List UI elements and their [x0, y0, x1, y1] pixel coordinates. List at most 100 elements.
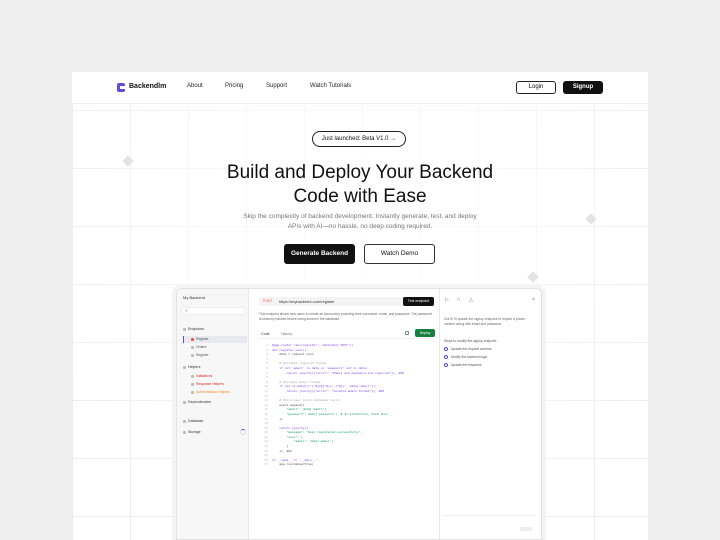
code-text: @app.route('/api/register', methods=['PO…: [272, 343, 354, 347]
code-text: # Store user (mock database logic): [272, 398, 341, 403]
database-icon: [183, 419, 186, 423]
helper-item[interactable]: Response Helpers: [191, 382, 224, 386]
nav-link-pricing[interactable]: Pricing: [225, 83, 243, 89]
file-icon: [191, 390, 194, 394]
sidebar-item-storage[interactable]: Storage: [183, 430, 201, 434]
sidebar-search[interactable]: ⚲: [181, 307, 245, 315]
step-item: Modify the backend logic: [444, 355, 487, 360]
code-text: users.append({: [272, 402, 305, 407]
endpoint-label: Register: [196, 353, 209, 357]
assistant-panel: ▷ □ △ × Got it! I'll update the signup e…: [439, 289, 541, 539]
helper-item[interactable]: Authentication Helpers: [191, 390, 230, 394]
code-text: if __name__ == '__main__':: [272, 457, 319, 462]
nav-link-support[interactable]: Support: [266, 83, 287, 89]
code-text: }): [272, 416, 283, 421]
endpoint-item[interactable]: Register: [191, 353, 209, 357]
code-text: def register_user():: [272, 347, 309, 352]
signup-button[interactable]: Signup: [563, 81, 603, 94]
code-text: "message": "User registered successfully…: [272, 430, 363, 435]
storage-icon: [183, 430, 186, 434]
nav-link-watch-tutorials[interactable]: Watch Tutorials: [310, 83, 351, 89]
http-method[interactable]: POST: [263, 299, 272, 303]
code-text: }: [272, 444, 289, 449]
play-icon[interactable]: ▷: [445, 297, 449, 303]
login-button[interactable]: Login: [516, 81, 556, 94]
loading-spinner-icon: [240, 429, 246, 435]
watch-demo-button[interactable]: Watch Demo: [364, 244, 435, 264]
helper-item[interactable]: Validations: [191, 374, 212, 378]
endpoint-label: Register: [196, 337, 209, 341]
copy-icon[interactable]: [405, 331, 409, 335]
code-text: # Validate required fields: [272, 361, 327, 366]
code-text: # Validate email format: [272, 379, 321, 384]
code-text: if not re.match(r"[^@]+@[^@]+\.[^@]+", d…: [272, 384, 377, 389]
step-label: Update the request schema: [451, 347, 492, 351]
folder-icon: [183, 327, 186, 331]
code-text: return jsonify({"error": "Invalid email …: [272, 388, 384, 393]
headline-line-2: Code with Ease: [293, 186, 427, 207]
settings-icon[interactable]: △: [469, 297, 473, 303]
chat-input[interactable]: [444, 515, 536, 523]
project-title[interactable]: My Backend: [183, 295, 205, 300]
code-text: "user": {: [272, 434, 303, 439]
step-status-icon: [444, 347, 448, 352]
brand-name[interactable]: Backendlm: [129, 83, 166, 90]
tab-history[interactable]: History: [281, 332, 292, 336]
editor-panel: POST https://mybackend.com/register Test…: [249, 289, 439, 539]
file-icon: [191, 382, 194, 386]
sidebar-item-helpers[interactable]: Helpers: [183, 365, 200, 369]
sidebar-item-endpoints[interactable]: Endpoints: [183, 327, 204, 331]
code-text: "email": data['email'],: [272, 407, 328, 412]
sidebar-item-label: Endpoints: [188, 327, 204, 331]
steps-heading: Steps to modify the signup endpoint: [444, 339, 497, 343]
folder-icon: [183, 365, 186, 369]
hero-subtitle: Skip the complexity of backend developme…: [243, 213, 477, 230]
deploy-button[interactable]: Deploy: [415, 329, 435, 337]
get-method-icon: [191, 345, 194, 349]
sidebar-item-dependencies[interactable]: Dependencies: [183, 400, 211, 404]
file-icon: [191, 374, 194, 378]
assistant-message: Got it! I'll update the signup endpoint …: [444, 317, 526, 326]
code-text: data = request.json: [272, 352, 314, 357]
sidebar-item-label: Storage: [188, 430, 201, 434]
generate-backend-button[interactable]: Generate Backend: [284, 244, 355, 264]
code-line: 27 app.run(debug=True): [259, 462, 434, 467]
close-icon[interactable]: ×: [532, 297, 535, 303]
launch-badge[interactable]: Just launched: Beta V1.0 →: [312, 131, 406, 147]
app-sidebar: My Backend ⚲ Endpoints Register Orders R…: [177, 289, 249, 539]
helper-label: Authentication Helpers: [196, 390, 231, 394]
get-method-icon: [191, 353, 194, 357]
request-url[interactable]: https://mybackend.com/register: [279, 299, 335, 304]
code-text: }), 201: [272, 448, 292, 453]
helper-label: Response Helpers: [196, 382, 224, 386]
code-editor[interactable]: 1 @app.route('/api/register', methods=['P…: [259, 343, 434, 467]
sidebar-item-label: Dependencies: [188, 400, 211, 404]
landing-page: Backendlm About Pricing Support Watch Tu…: [72, 72, 648, 540]
send-button[interactable]: [520, 527, 532, 531]
code-text: return jsonify({: [272, 425, 309, 430]
code-text: "password": data['password'] # In produc…: [272, 411, 388, 416]
headline-line-1: Build and Deploy Your Backend: [226, 162, 494, 183]
endpoint-item[interactable]: Orders: [191, 345, 206, 349]
step-status-icon: [444, 355, 448, 360]
sidebar-item-label: Helpers: [188, 365, 201, 369]
post-method-icon: [191, 337, 194, 341]
test-endpoint-button[interactable]: Test endpoint: [403, 297, 434, 306]
hero-headline: Build and Deploy Your Backend Code with …: [172, 161, 548, 209]
step-item: Update the response: [444, 363, 482, 368]
endpoint-description: This endpoint allows new users to create…: [259, 312, 432, 321]
terminal-icon[interactable]: □: [457, 297, 460, 303]
step-status-icon: [444, 363, 448, 368]
endpoint-item[interactable]: Register: [191, 337, 209, 341]
tab-code[interactable]: Code: [261, 332, 270, 336]
code-text: app.run(debug=True): [272, 462, 314, 467]
code-text: "email": data['email']: [272, 439, 334, 444]
line-number: 27: [264, 462, 268, 467]
search-icon: ⚲: [185, 308, 188, 313]
sidebar-item-database[interactable]: Database: [183, 419, 203, 423]
step-label: Update the response: [451, 363, 482, 367]
step-item: Update the request schema: [444, 347, 492, 352]
nav-link-about[interactable]: About: [187, 83, 203, 89]
code-text: if not 'email' in data or 'password' not…: [272, 365, 368, 370]
logo-icon: [117, 83, 125, 92]
